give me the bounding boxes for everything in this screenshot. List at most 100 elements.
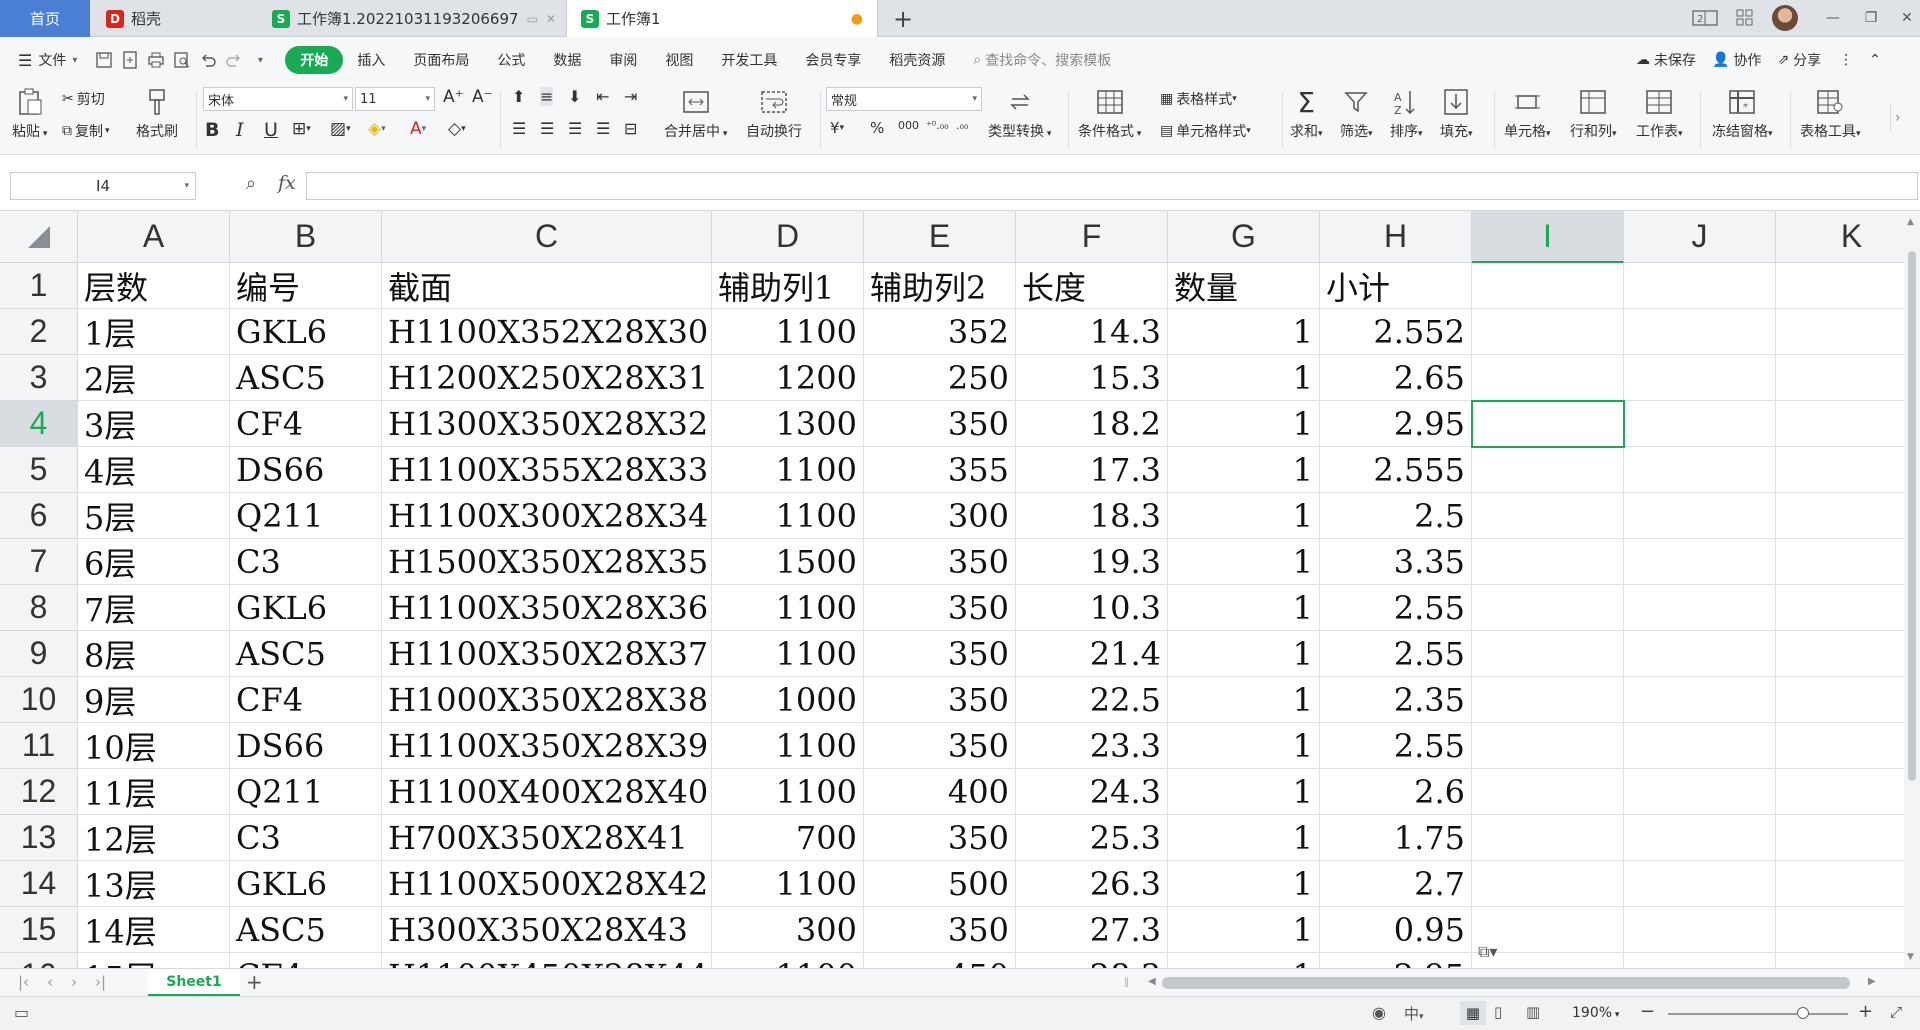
row-header-12[interactable]: 12 — [0, 769, 78, 815]
collab-button[interactable]: 👤 协作 — [1704, 46, 1769, 74]
cell-a6[interactable]: 5层 — [78, 493, 230, 539]
sum-button[interactable]: Σ 求和▾ — [1290, 86, 1323, 141]
cell-e9[interactable]: 350 — [864, 631, 1016, 677]
cell-h9[interactable]: 2.55 — [1320, 631, 1472, 677]
cell-b3[interactable]: ASC5 — [230, 355, 382, 401]
cell-style-button[interactable]: ▤ 单元格样式 ▾ — [1160, 121, 1251, 141]
cell-c7[interactable]: H1500X350X28X35 — [382, 539, 712, 585]
cell-e12[interactable]: 400 — [864, 769, 1016, 815]
zoom-slider[interactable] — [1668, 1007, 1848, 1019]
cell-d7[interactable]: 1500 — [712, 539, 864, 585]
cell-c8[interactable]: H1100X350X28X36 — [382, 585, 712, 631]
row-header-15[interactable]: 15 — [0, 907, 78, 953]
cell-g1[interactable]: 数量 — [1168, 263, 1320, 309]
cell-c1[interactable]: 截面 — [382, 263, 712, 309]
cell-b15[interactable]: ASC5 — [230, 907, 382, 953]
cell-d2[interactable]: 1100 — [712, 309, 864, 355]
cell-f13[interactable]: 25.3 — [1016, 815, 1168, 861]
font-color-icon[interactable]: A ▾ — [410, 119, 426, 139]
cell-h7[interactable]: 3.35 — [1320, 539, 1472, 585]
macro-record-icon[interactable]: ▭ — [14, 1003, 29, 1022]
cell-d16[interactable]: 1100 — [712, 953, 864, 968]
indent-increase-icon[interactable]: ⇥ — [624, 87, 637, 106]
zoom-in-button[interactable]: + — [1858, 1001, 1873, 1022]
cell-i3[interactable] — [1472, 355, 1624, 401]
align-bottom-icon[interactable]: ⬇ — [568, 87, 581, 106]
cell-h15[interactable]: 0.95 — [1320, 907, 1472, 953]
sort-button[interactable]: AZ 排序▾ — [1390, 87, 1423, 141]
column-header-f[interactable]: F — [1016, 211, 1168, 263]
cell-d9[interactable]: 1100 — [712, 631, 864, 677]
cell-g11[interactable]: 1 — [1168, 723, 1320, 769]
cell-b11[interactable]: DS66 — [230, 723, 382, 769]
column-header-e[interactable]: E — [864, 211, 1016, 263]
cell-k15[interactable] — [1776, 907, 1904, 953]
cell-f7[interactable]: 19.3 — [1016, 539, 1168, 585]
cell-d14[interactable]: 1100 — [712, 861, 864, 907]
more-icon[interactable]: ⋮ — [1829, 46, 1863, 74]
page-break-view-icon[interactable]: ▯ — [1494, 1003, 1502, 1021]
cell-i2[interactable] — [1472, 309, 1624, 355]
add-sheet-button[interactable]: + — [246, 970, 263, 994]
zoom-search-icon[interactable]: ⌕ — [246, 173, 256, 194]
cell-c3[interactable]: H1200X250X28X31 — [382, 355, 712, 401]
cell-b6[interactable]: Q211 — [230, 493, 382, 539]
cell-g14[interactable]: 1 — [1168, 861, 1320, 907]
menu-daoke-resources[interactable]: 稻壳资源 — [875, 46, 959, 74]
two-window-icon[interactable]: 2 — [1690, 6, 1720, 30]
unsaved-status-button[interactable]: ☁ 未保存 — [1628, 46, 1704, 74]
formula-input[interactable] — [306, 172, 1918, 200]
share-button[interactable]: ⇗ 分享 — [1769, 46, 1829, 74]
print-preview-icon[interactable] — [171, 49, 193, 71]
cell-h1[interactable]: 小计 — [1320, 263, 1472, 309]
font-size-select[interactable]: 11 ▾ — [355, 87, 435, 111]
cell-g2[interactable]: 1 — [1168, 309, 1320, 355]
cell-f3[interactable]: 15.3 — [1016, 355, 1168, 401]
justify-icon[interactable]: ☰ — [596, 119, 610, 138]
cell-h6[interactable]: 2.5 — [1320, 493, 1472, 539]
fill-pattern-icon[interactable]: ▨ ▾ — [330, 119, 351, 139]
cell-d8[interactable]: 1100 — [712, 585, 864, 631]
cell-k10[interactable] — [1776, 677, 1904, 723]
cell-f11[interactable]: 23.3 — [1016, 723, 1168, 769]
cell-h4[interactable]: 2.95 — [1320, 401, 1472, 447]
cell-d11[interactable]: 1100 — [712, 723, 864, 769]
grid-apps-icon[interactable] — [1730, 6, 1760, 30]
cell-f12[interactable]: 24.3 — [1016, 769, 1168, 815]
table-tools-button[interactable]: 表格工具▾ — [1800, 87, 1861, 141]
cell-j12[interactable] — [1624, 769, 1776, 815]
row-header-7[interactable]: 7 — [0, 539, 78, 585]
cell-j1[interactable] — [1624, 263, 1776, 309]
cell-a5[interactable]: 4层 — [78, 447, 230, 493]
cell-a14[interactable]: 13层 — [78, 861, 230, 907]
file-menu[interactable]: ☰ 文件 ▾ — [0, 46, 91, 74]
menu-formulas[interactable]: 公式 — [483, 46, 539, 74]
next-sheet-icon[interactable]: › — [71, 973, 77, 991]
zoom-level-select[interactable]: 190% ▾ — [1572, 1005, 1619, 1021]
cell-g9[interactable]: 1 — [1168, 631, 1320, 677]
cell-b16[interactable]: CF4 — [230, 953, 382, 968]
decrease-font-icon[interactable]: A⁻ — [472, 87, 493, 107]
cell-i11[interactable] — [1472, 723, 1624, 769]
freeze-panes-button[interactable]: * 冻结窗格▾ — [1712, 87, 1773, 141]
cell-g4[interactable]: 1 — [1168, 401, 1320, 447]
distribute-icon[interactable]: ⊟ — [624, 119, 637, 138]
cell-b2[interactable]: GKL6 — [230, 309, 382, 355]
border-icon[interactable]: ⊞ ▾ — [292, 119, 311, 139]
prev-sheet-icon[interactable]: ‹ — [47, 973, 53, 991]
cell-f14[interactable]: 26.3 — [1016, 861, 1168, 907]
align-left-icon[interactable]: ☰ — [512, 119, 526, 138]
cell-i14[interactable] — [1472, 861, 1624, 907]
cell-d15[interactable]: 300 — [712, 907, 864, 953]
cell-k14[interactable] — [1776, 861, 1904, 907]
cell-g3[interactable]: 1 — [1168, 355, 1320, 401]
cell-i7[interactable] — [1472, 539, 1624, 585]
cell-k16[interactable] — [1776, 953, 1904, 968]
redo-icon[interactable] — [223, 49, 245, 71]
cell-e4[interactable]: 350 — [864, 401, 1016, 447]
cell-d1[interactable]: 辅助列1 — [712, 263, 864, 309]
cell-b1[interactable]: 编号 — [230, 263, 382, 309]
clear-icon[interactable]: ◇ ▾ — [448, 119, 466, 139]
cell-i10[interactable] — [1472, 677, 1624, 723]
cell-g6[interactable]: 1 — [1168, 493, 1320, 539]
